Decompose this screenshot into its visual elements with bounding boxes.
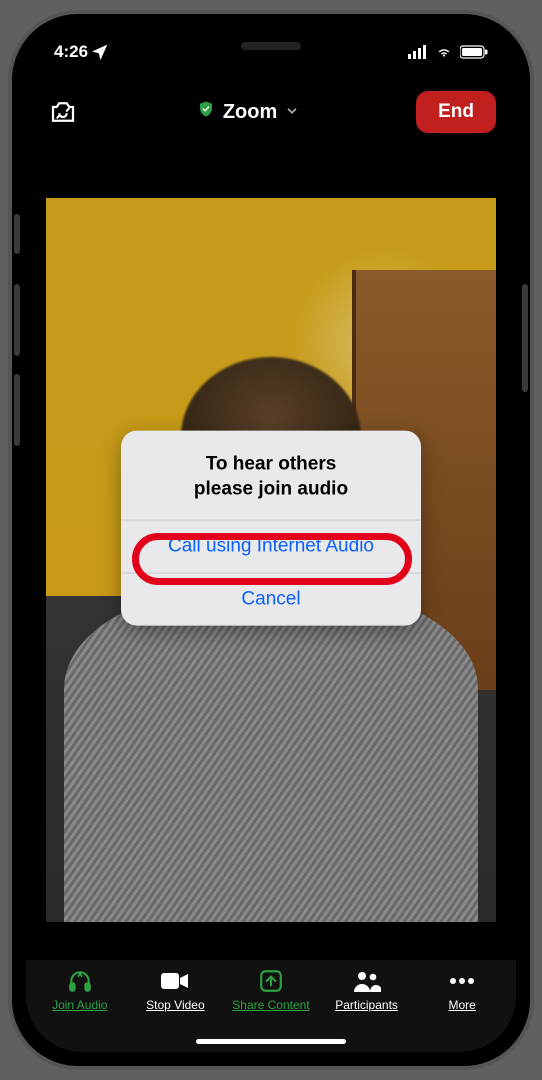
toolbar-label: Share Content: [232, 998, 309, 1012]
more-button[interactable]: More: [418, 968, 506, 1012]
wifi-icon: [434, 45, 454, 59]
notch: [161, 28, 381, 64]
clock-text: 4:26: [54, 42, 88, 62]
phone-screen: 4:26: [26, 28, 516, 1052]
end-button[interactable]: End: [416, 91, 496, 133]
toolbar-label: Participants: [335, 998, 398, 1012]
participants-button[interactable]: Participants: [323, 968, 411, 1012]
toolbar-label: More: [449, 998, 476, 1012]
meeting-title[interactable]: Zoom: [197, 100, 299, 124]
dialog-message-line2: please join audio: [139, 477, 403, 502]
call-internet-audio-button[interactable]: Call using Internet Audio: [121, 521, 421, 574]
toolbar-label: Join Audio: [52, 998, 107, 1012]
join-audio-button[interactable]: Join Audio: [36, 968, 124, 1012]
volume-up-button: [14, 284, 20, 356]
volume-down-button: [14, 374, 20, 446]
location-arrow-icon: [92, 44, 108, 60]
power-button: [522, 284, 528, 392]
participants-icon: [353, 968, 381, 994]
video-camera-icon: [161, 968, 189, 994]
join-audio-dialog: To hear others please join audio Call us…: [121, 431, 421, 626]
shield-check-icon: [197, 100, 215, 124]
share-up-icon: [258, 968, 284, 994]
app-header: Zoom End: [26, 76, 516, 148]
dialog-message-line1: To hear others: [139, 453, 403, 478]
switch-camera-button[interactable]: [46, 95, 80, 129]
chevron-down-icon: [285, 101, 299, 124]
toolbar-label: Stop Video: [146, 998, 205, 1012]
mute-switch: [14, 214, 20, 254]
phone-frame: 4:26: [8, 10, 534, 1070]
meeting-title-text: Zoom: [223, 101, 277, 124]
cancel-button[interactable]: Cancel: [121, 574, 421, 626]
share-content-button[interactable]: Share Content: [227, 968, 315, 1012]
more-dots-icon: [449, 968, 475, 994]
speaker-grille: [241, 42, 301, 50]
home-indicator[interactable]: [196, 1039, 346, 1044]
dialog-message: To hear others please join audio: [121, 431, 421, 521]
stop-video-button[interactable]: Stop Video: [131, 968, 219, 1012]
cellular-signal-icon: [408, 45, 428, 59]
headphones-icon: [67, 968, 93, 994]
bottom-toolbar: Join Audio Stop Video Sh: [26, 960, 516, 1052]
battery-icon: [460, 45, 488, 59]
